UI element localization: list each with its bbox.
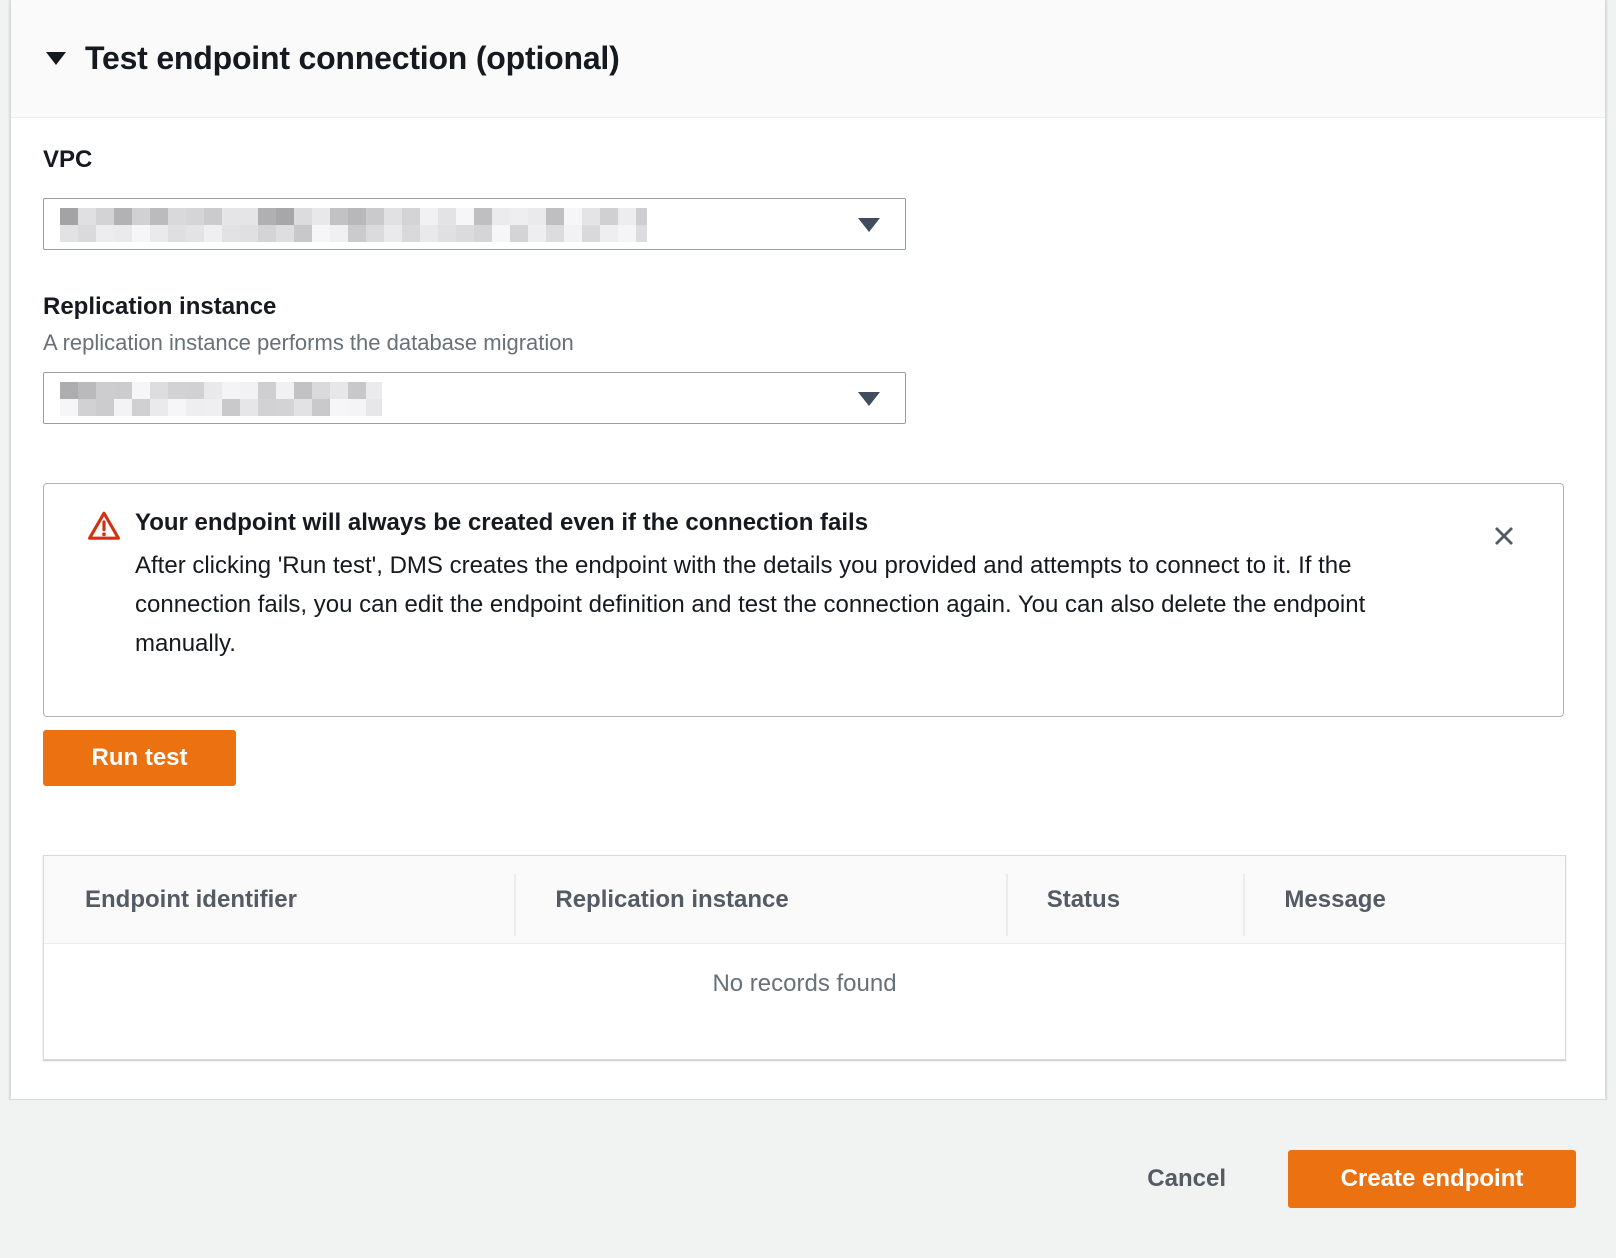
create-endpoint-button[interactable]: Create endpoint	[1288, 1150, 1576, 1208]
test-endpoint-section: Test endpoint connection (optional) VPC …	[10, 0, 1606, 1100]
column-header-status: Status	[1006, 856, 1244, 943]
form-footer: Cancel Create endpoint	[0, 1100, 1616, 1258]
test-results-table: Endpoint identifier Replication instance…	[43, 855, 1566, 1060]
table-header-row: Endpoint identifier Replication instance…	[44, 856, 1565, 944]
warning-alert: Your endpoint will always be created eve…	[43, 483, 1564, 717]
table-body: No records found	[44, 944, 1565, 1059]
replication-instance-description: A replication instance performs the data…	[43, 330, 574, 356]
vpc-select[interactable]	[43, 198, 906, 250]
run-test-button[interactable]: Run test	[43, 730, 236, 786]
column-header-endpoint-identifier: Endpoint identifier	[44, 856, 514, 943]
replication-instance-select[interactable]	[43, 372, 906, 424]
vpc-selected-value-redacted	[60, 208, 647, 242]
section-header-toggle[interactable]: Test endpoint connection (optional)	[11, 0, 1605, 118]
collapse-triangle-icon	[46, 52, 66, 65]
alert-title: Your endpoint will always be created eve…	[135, 509, 1435, 537]
column-header-replication-instance: Replication instance	[514, 856, 1005, 943]
alert-body: After clicking 'Run test', DMS creates t…	[135, 546, 1445, 663]
page: Test endpoint connection (optional) VPC …	[0, 0, 1616, 1258]
replication-instance-label: Replication instance	[43, 293, 276, 321]
vpc-label: VPC	[43, 146, 92, 174]
chevron-down-icon	[858, 218, 880, 232]
empty-state-message: No records found	[44, 944, 1565, 998]
section-title: Test endpoint connection (optional)	[85, 40, 620, 77]
cancel-button[interactable]: Cancel	[1147, 1165, 1226, 1193]
warning-triangle-icon	[87, 510, 121, 546]
chevron-down-icon	[858, 392, 880, 406]
column-header-message: Message	[1243, 856, 1565, 943]
close-icon[interactable]	[1489, 522, 1519, 552]
replication-instance-selected-value-redacted	[60, 382, 382, 416]
